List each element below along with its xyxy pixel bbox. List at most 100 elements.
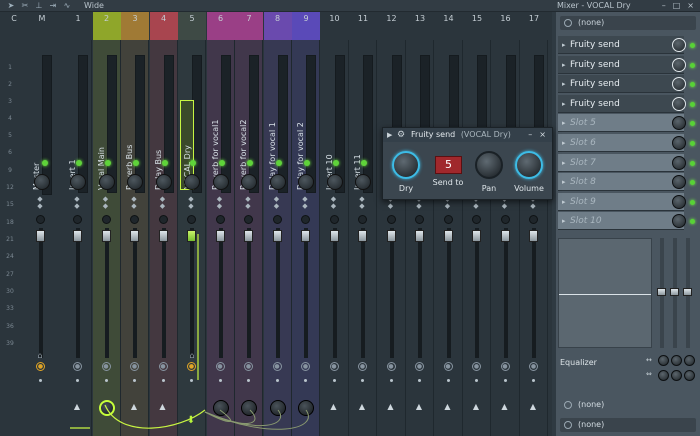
record-arm-icon[interactable]: ● — [301, 362, 310, 371]
mixer-track-11[interactable]: Insert 11 ◆ ◆ ● ▲ — [349, 40, 377, 436]
mixer-track-7[interactable]: Reverb for vocal2 ◆ ◆ ● — [235, 40, 263, 436]
fader-track[interactable] — [361, 228, 365, 358]
volume-fader[interactable] — [500, 230, 510, 242]
eq-knob[interactable] — [684, 355, 695, 366]
arrow-icon[interactable]: ➤ — [6, 1, 16, 11]
record-arm-icon[interactable]: ● — [358, 362, 367, 371]
route-dot[interactable] — [446, 379, 450, 382]
fx-slot-8[interactable]: ▸ Slot 8 — [558, 173, 686, 192]
pan-knob[interactable] — [212, 174, 229, 190]
track-header-7[interactable]: 7 — [235, 12, 263, 40]
separation-knob[interactable] — [187, 215, 196, 224]
track-header-14[interactable]: 14 — [435, 12, 463, 40]
slot-menu-arrow-icon[interactable]: ▸ — [562, 75, 566, 93]
track-header-4[interactable]: 4 — [149, 12, 178, 40]
record-arm-icon[interactable]: ● — [187, 362, 196, 371]
route-dot[interactable] — [76, 379, 79, 382]
mixer-track-13[interactable]: ◆ ◆●▲ — [406, 40, 434, 436]
record-arm-icon[interactable]: ● — [329, 362, 339, 371]
volume-fader[interactable] — [130, 230, 139, 242]
pan-knob[interactable] — [155, 174, 172, 190]
output-selector[interactable]: (none) — [560, 398, 696, 412]
volume-fader[interactable] — [472, 230, 481, 242]
route-up-icon[interactable]: ▲ — [528, 402, 538, 412]
track-header-2[interactable]: 2 — [92, 12, 121, 40]
record-arm-icon[interactable]: ● — [73, 362, 82, 371]
master-strip[interactable]: Master◆ ◆⌂● — [22, 40, 62, 436]
track-header-8[interactable]: 8 — [263, 12, 292, 40]
enable-led[interactable] — [161, 160, 168, 166]
pan-knob[interactable] — [298, 174, 314, 190]
mixer-track-4[interactable]: Delay Bus ◆ ◆ ● ▲ — [149, 40, 178, 436]
fader-track[interactable] — [190, 228, 194, 358]
wave-icon[interactable]: ∿ — [62, 1, 72, 11]
record-arm-icon[interactable]: ● — [500, 362, 510, 371]
eq-fader-cap[interactable] — [657, 288, 666, 296]
volume-fader[interactable] — [272, 230, 282, 242]
menu-arrow-icon[interactable]: ▶ — [387, 128, 392, 142]
record-arm-icon[interactable]: ● — [443, 362, 453, 371]
fader-track[interactable] — [104, 228, 109, 358]
mixer-track-17[interactable]: ◆ ◆●▲ — [520, 40, 548, 436]
route-up-icon[interactable]: ▲ — [471, 402, 481, 412]
slot-menu-arrow-icon[interactable]: ▸ — [562, 193, 566, 211]
send-knob[interactable] — [298, 400, 314, 416]
separation-knob[interactable] — [415, 215, 424, 224]
enable-led[interactable] — [275, 160, 282, 166]
fx-slot-4[interactable]: ▸ Fruity send — [558, 94, 686, 113]
slot-mix-knob[interactable] — [672, 38, 686, 52]
route-up-icon[interactable]: ▲ — [158, 402, 168, 412]
mixer-track-12[interactable]: ◆ ◆●▲ — [378, 40, 406, 436]
slot-enable-led[interactable] — [690, 160, 695, 166]
mixer-track-1[interactable]: Insert 1◆ ◆●▲ — [64, 40, 92, 436]
separation-knob[interactable] — [500, 215, 510, 224]
track-header-5[interactable]: 5 — [178, 12, 206, 40]
enable-led[interactable] — [104, 160, 111, 166]
stamp-icon[interactable]: ⊥ — [34, 1, 44, 11]
slot-mix-knob[interactable] — [672, 96, 686, 111]
volume-fader[interactable] — [358, 230, 367, 242]
separation-knob[interactable] — [272, 215, 282, 224]
track-header-3[interactable]: 3 — [121, 12, 149, 40]
fx-slot-3[interactable]: ▸ Fruity send — [558, 75, 686, 94]
slot-enable-led[interactable] — [690, 43, 695, 48]
route-dot[interactable] — [475, 379, 478, 382]
mixer-track-2[interactable]: Vocal Main ◆ ◆ ● — [92, 40, 121, 436]
close-button[interactable]: × — [687, 0, 694, 12]
eq-knob[interactable] — [684, 370, 695, 381]
pan-knob[interactable] — [241, 174, 257, 190]
route-dot[interactable] — [247, 379, 250, 382]
pan-knob[interactable] — [184, 174, 200, 190]
fader-track[interactable] — [161, 228, 166, 358]
mixer-track-15[interactable]: ◆ ◆●▲ — [463, 40, 491, 436]
fader-track[interactable] — [218, 228, 223, 358]
dry-knob[interactable] — [392, 151, 420, 179]
route-up-icon[interactable]: ▲ — [414, 402, 424, 412]
route-dot[interactable] — [418, 379, 421, 382]
enable-led[interactable] — [332, 160, 339, 166]
slot-menu-arrow-icon[interactable]: ▸ — [562, 212, 566, 230]
slot-menu-arrow-icon[interactable]: ▸ — [562, 173, 566, 191]
fader-track[interactable] — [446, 228, 451, 358]
pan-knob[interactable] — [326, 174, 343, 190]
eq-fader-cap[interactable] — [683, 288, 692, 296]
plugin-close-button[interactable]: × — [539, 128, 546, 142]
route-up-icon[interactable]: ▲ — [500, 402, 510, 412]
fader-track[interactable] — [133, 228, 137, 358]
route-dot[interactable] — [133, 379, 136, 382]
separation-knob[interactable] — [358, 215, 367, 224]
volume-fader[interactable] — [443, 230, 453, 242]
fx-slot-7[interactable]: ▸ Slot 7 — [558, 153, 686, 172]
volume-fader[interactable] — [158, 230, 168, 242]
mixer-track-3[interactable]: Reverb Bus ◆ ◆ ● ▲ — [121, 40, 149, 436]
mixer-track-8[interactable]: Delay for vocal 1 ◆ ◆ ● — [263, 40, 292, 436]
fader-track[interactable] — [332, 228, 337, 358]
plugin-minimize-button[interactable]: – — [528, 128, 532, 142]
route-up-icon[interactable]: ▲ — [129, 402, 139, 412]
slot-enable-led[interactable] — [690, 82, 695, 88]
volume-fader[interactable] — [386, 230, 396, 242]
record-arm-icon[interactable]: ● — [101, 362, 111, 371]
slot-mix-knob[interactable] — [672, 155, 686, 170]
enable-led[interactable] — [42, 160, 48, 166]
separation-knob[interactable] — [36, 215, 45, 224]
